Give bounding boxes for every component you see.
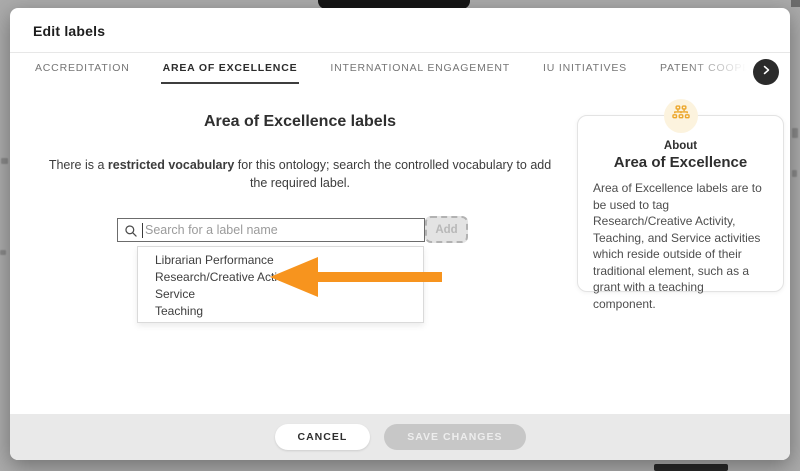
cancel-button[interactable]: CANCEL: [274, 424, 371, 450]
background-page-fragment: [1, 158, 8, 164]
add-button[interactable]: Add: [425, 216, 468, 243]
tab-international-engagement[interactable]: INTERNATIONAL ENGAGEMENT: [328, 53, 512, 84]
tab-patent-cooperation-treaty[interactable]: PATENT COOPERATION TREATY CO: [658, 53, 750, 84]
tabs-scroll-right-button[interactable]: [753, 59, 779, 85]
orange-pointer-arrow-shaft: [316, 272, 442, 282]
about-panel: About Area of Excellence Area of Excelle…: [577, 99, 784, 311]
tab-area-of-excellence[interactable]: AREA OF EXCELLENCE: [160, 53, 300, 84]
tab-accreditation[interactable]: ACCREDITATION: [33, 53, 132, 84]
edit-labels-dialog: Edit labels ACCREDITATION AREA OF EXCELL…: [10, 8, 790, 460]
section-heading: Area of Excellence labels: [203, 113, 397, 130]
list-item[interactable]: Teaching: [138, 303, 423, 320]
about-icon-badge: [663, 99, 698, 133]
background-page-fragment: [791, 0, 800, 7]
dialog-title: Edit labels: [33, 23, 106, 39]
background-page-fragment: [0, 250, 6, 255]
background-page-fragment: [654, 464, 728, 471]
dialog-footer: CANCEL SAVE CHANGES: [10, 414, 790, 460]
background-page-fragment: [792, 128, 798, 138]
about-eyebrow: About: [663, 140, 698, 152]
text-cursor: [142, 223, 143, 238]
about-body-text: Area of Excellence labels are to be used…: [593, 181, 762, 311]
screen: Edit labels ACCREDITATION AREA OF EXCELL…: [0, 0, 800, 471]
hierarchy-icon: [671, 104, 691, 129]
ontology-tabbar: ACCREDITATION AREA OF EXCELLENCE INTERNA…: [33, 53, 750, 84]
orange-pointer-arrow: [270, 257, 318, 297]
about-title: Area of Excellence: [613, 154, 748, 171]
label-search-box: [117, 218, 425, 242]
chevron-right-icon: [760, 63, 772, 81]
section-description: There is a restricted vocabulary for thi…: [48, 158, 552, 190]
tab-iu-initiatives[interactable]: IU INITIATIVES: [541, 53, 629, 84]
background-page-fragment: [792, 170, 797, 177]
save-changes-button[interactable]: SAVE CHANGES: [384, 424, 526, 450]
search-input[interactable]: [145, 219, 421, 241]
